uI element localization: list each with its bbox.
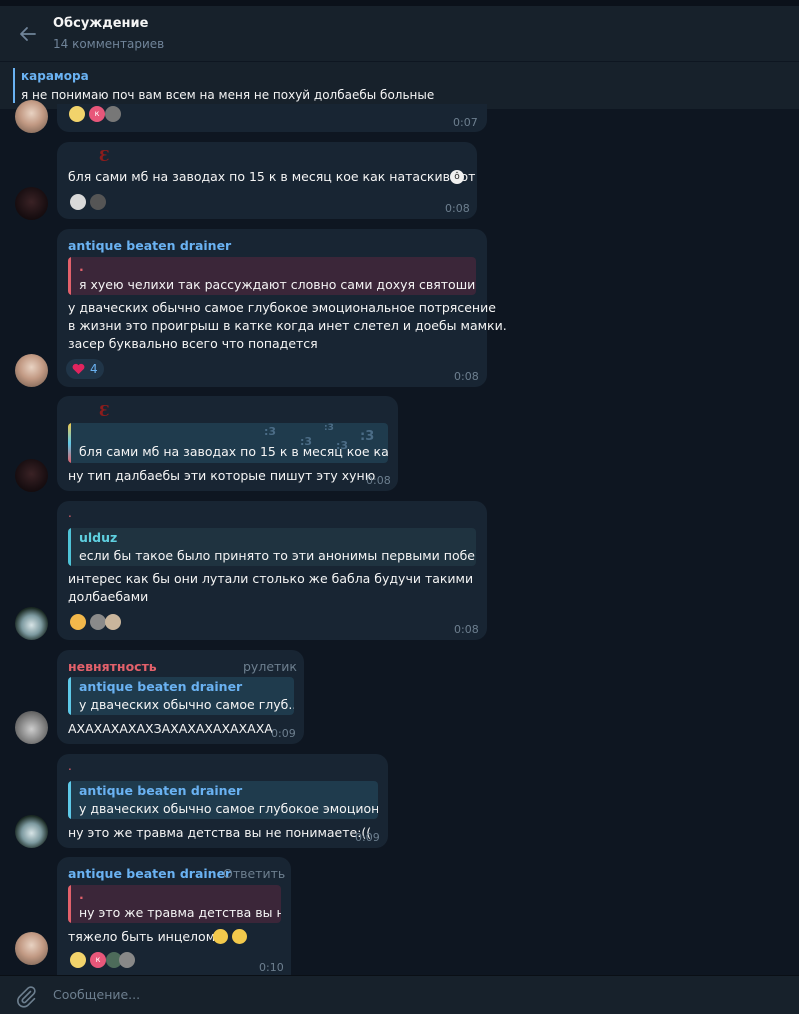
sender-name[interactable]: antique beaten drainer [68, 866, 231, 881]
reply-text: бля сами мб на заводах по 15 к в месяц к… [79, 444, 388, 459]
sender-mark: Ɛ [99, 147, 110, 165]
reply-action-button[interactable]: Ответить [223, 866, 285, 881]
reaction-avatar-icon[interactable] [90, 194, 106, 210]
message-bubble[interactable]: antique beaten drainer Ответить . ну это… [57, 857, 291, 975]
message-time: 0:08 [454, 623, 479, 636]
message-line: интерес как бы они лутали столько же баб… [68, 571, 474, 586]
reply-quote[interactable]: ulduz если бы такое было принято то эти … [68, 528, 476, 566]
message-bubble[interactable]: . antique beaten drainer у дваческих обы… [57, 754, 388, 848]
message-composer: Сообщение... [0, 975, 799, 1014]
message-line: засер буквально всего что попадется [68, 336, 318, 351]
reply-quote[interactable]: . я хуею челихи так рассуждают словно са… [68, 257, 476, 295]
avatar[interactable] [15, 932, 48, 965]
message-line: у дваческих обычно самое глубокое эмоцио… [68, 300, 496, 315]
avatar[interactable] [15, 607, 48, 640]
reaction-avatar-icon[interactable] [119, 952, 135, 968]
message-line: долбаебами [68, 589, 149, 604]
troll-face-icon: ô [450, 170, 464, 184]
sender-mark: Ɛ [99, 402, 110, 420]
message-input[interactable]: Сообщение... [53, 987, 140, 1002]
reaction-avatar-icon[interactable] [90, 614, 106, 630]
sender-name[interactable]: невнятность [68, 659, 157, 674]
reply-author: . [79, 887, 84, 902]
sad-emoji-icon [213, 929, 228, 944]
reply-text: я хуею челихи так рассуждают словно сами… [79, 277, 476, 292]
comment-count: 14 комментариев [53, 37, 165, 51]
reply-author: . [79, 259, 84, 274]
attach-button[interactable] [14, 984, 38, 1008]
message-time: 0:08 [445, 202, 470, 215]
reaction-k-icon[interactable]: к [89, 106, 105, 122]
reply-quote[interactable]: :3 :3 :3 :3 :3 бля сами мб на заводах по… [68, 423, 388, 463]
reaction-count: 4 [90, 362, 98, 376]
avatar[interactable] [15, 354, 48, 387]
message-text: ну это же травма детства вы не понимаете… [68, 825, 372, 840]
reply-text: у дваческих обычно самое глуб... [79, 697, 294, 712]
reaction-k-icon[interactable]: к [90, 952, 106, 968]
reply-author: antique beaten drainer [79, 783, 243, 798]
arrow-left-icon [20, 27, 36, 41]
post-text: я не понимаю поч вам всем на меня не пох… [21, 88, 435, 102]
sender-name[interactable]: antique beaten drainer [68, 238, 231, 253]
message-time: 0:10 [259, 961, 284, 974]
post-author: карамора [21, 69, 89, 83]
reply-text: если бы такое было принято то эти аноним… [79, 548, 476, 563]
sender-name[interactable]: . [68, 759, 72, 773]
message-text: ну тип далбаебы эти которые пишут эту ху… [68, 468, 376, 483]
reply-text: у дваческих обычно самое глубокое эмоцио… [79, 801, 378, 816]
paperclip-icon [17, 986, 36, 1008]
sad-emoji-icon [232, 929, 247, 944]
back-button[interactable] [14, 20, 42, 48]
message-bubble[interactable]: невнятность рулетик antique beaten drain… [57, 650, 304, 744]
message-bubble[interactable]: antique beaten drainer . я хуею челихи т… [57, 229, 507, 387]
message-time: 0:08 [366, 474, 391, 487]
reaction-heart-eyes-icon[interactable] [70, 614, 86, 630]
reply-quote[interactable]: antique beaten drainer у дваческих обычн… [68, 677, 294, 715]
avatar[interactable] [15, 815, 48, 848]
quote-bar [13, 68, 15, 103]
message-text: АХАХАХАХАХЗАХАХАХАХАХАХА [68, 721, 273, 736]
message-text: бля сами мб на заводах по 15 к в месяц к… [68, 169, 476, 184]
heart-icon [72, 363, 85, 375]
reply-author: antique beaten drainer [79, 679, 243, 694]
reaction-heart-icon[interactable] [70, 194, 86, 210]
message-text: тяжело быть инцелом [68, 929, 216, 944]
reply-quote[interactable]: . ну это же травма детства вы н... [68, 885, 281, 923]
message-bubble[interactable]: к 0:07 [57, 104, 487, 132]
avatar[interactable] [15, 100, 48, 133]
message-time: 0:08 [454, 370, 479, 383]
chat-header: Обсуждение 14 комментариев [0, 6, 799, 61]
avatar[interactable] [15, 187, 48, 220]
message-bubble[interactable]: Ɛ :3 :3 :3 :3 :3 бля сами мб на заводах … [57, 396, 398, 491]
page-title: Обсуждение [53, 16, 149, 31]
message-line: в жизни это проигрыш в катке когда инет … [68, 318, 507, 333]
message-time: 0:07 [453, 116, 478, 129]
reply-quote[interactable]: antique beaten drainer у дваческих обычн… [68, 781, 378, 819]
message-bubble[interactable]: . ulduz если бы такое было принято то эт… [57, 501, 487, 640]
original-post-preview[interactable]: карамора я не понимаю поч вам всем на ме… [0, 61, 799, 109]
message-time: 0:09 [355, 831, 380, 844]
reaction-face-icon[interactable] [69, 106, 85, 122]
sticker-mark: :3 [264, 425, 277, 438]
reaction-avatar-icon[interactable] [105, 614, 121, 630]
avatar[interactable] [15, 459, 48, 492]
reply-text: ну это же травма детства вы н... [79, 905, 281, 920]
message-time: 0:09 [271, 727, 296, 740]
sticker-mark: :3 [360, 429, 375, 444]
reply-author: ulduz [79, 530, 118, 545]
reaction-avatar-icon[interactable] [105, 106, 121, 122]
sticker-mark: :3 [324, 423, 334, 433]
message-bubble[interactable]: Ɛ бля сами мб на заводах по 15 к в месяц… [57, 142, 477, 219]
reaction-face-icon[interactable] [70, 952, 86, 968]
member-badge: рулетик [243, 659, 297, 674]
sender-name[interactable]: . [68, 506, 72, 520]
avatar[interactable] [15, 711, 48, 744]
reaction-heart[interactable]: 4 [66, 359, 104, 379]
